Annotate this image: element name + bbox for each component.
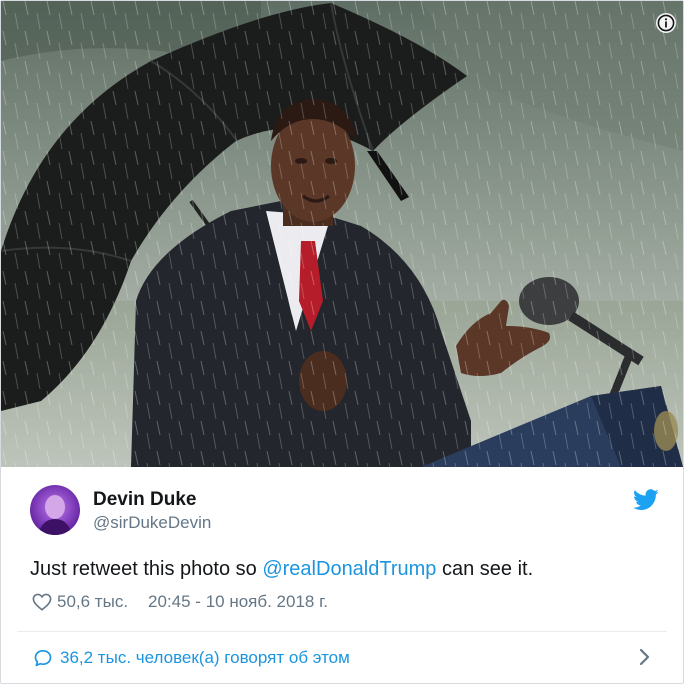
mention-link[interactable]: @realDonaldTrump <box>262 558 436 580</box>
author-display-name[interactable]: Devin Duke <box>93 488 211 512</box>
photo-illustration <box>1 1 683 467</box>
info-button[interactable] <box>656 13 676 33</box>
tweet-text: Just retweet this photo so @realDonaldTr… <box>30 558 533 581</box>
tweet-author[interactable]: Devin Duke @sirDukeDevin <box>30 485 211 535</box>
speech-bubble-icon <box>34 650 52 667</box>
tweet-photo[interactable] <box>1 1 683 467</box>
info-icon <box>657 14 675 32</box>
conversation-count[interactable]: 36,2 тыс. человек(а) говорят об этом <box>60 648 350 668</box>
tweet-timestamp[interactable]: 20:45 - 10 нояб. 2018 г. <box>148 592 328 612</box>
like-button[interactable]: 50,6 тыс. <box>32 592 128 612</box>
twitter-logo-link[interactable] <box>633 489 659 511</box>
heart-icon <box>32 593 52 611</box>
embedded-tweet-card: Devin Duke @sirDukeDevin Just retweet th… <box>0 0 684 684</box>
like-count[interactable]: 50,6 тыс. <box>57 592 128 612</box>
chevron-right-icon[interactable] <box>638 648 650 666</box>
author-handle[interactable]: @sirDukeDevin <box>93 512 211 534</box>
avatar[interactable] <box>30 485 80 535</box>
twitter-bird-icon <box>633 489 659 510</box>
tweet-text-start: Just retweet this photo so <box>30 558 263 580</box>
tweet-meta: 50,6 тыс. 20:45 - 10 нояб. 2018 г. <box>32 592 328 612</box>
conversation-link[interactable]: 36,2 тыс. человек(а) говорят об этом <box>1 632 683 683</box>
tweet-text-end: can see it. <box>436 558 534 580</box>
avatar-image <box>30 485 80 535</box>
